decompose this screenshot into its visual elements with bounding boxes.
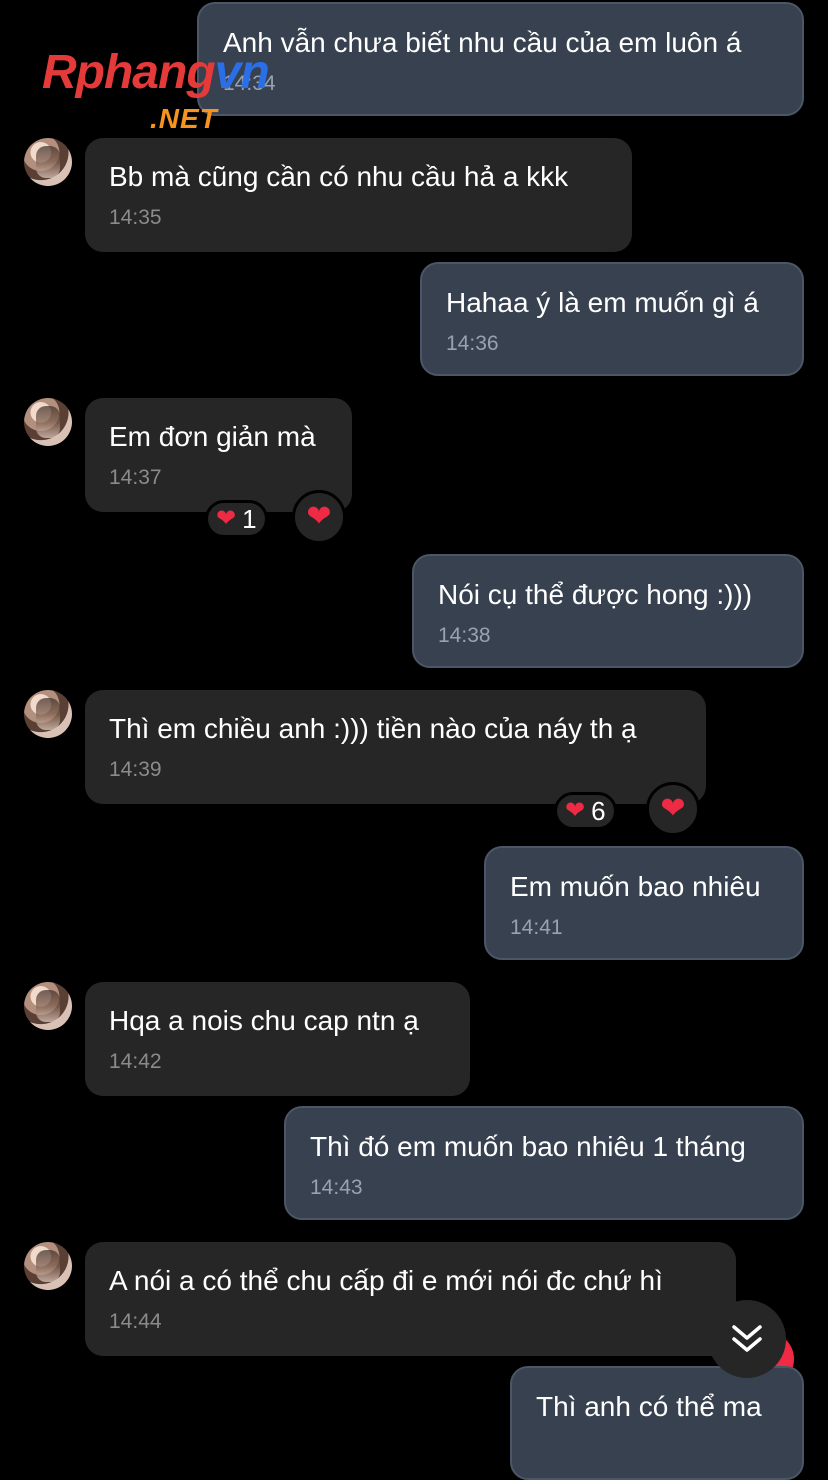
heart-icon: ❤ <box>306 500 332 533</box>
watermark-logo: Rphangvn .NET <box>42 46 270 135</box>
message-time: 14:38 <box>438 624 491 647</box>
message-text: Anh vẫn chưa biết nhu cầu của em luôn á <box>223 27 742 58</box>
message-text: Bb mà cũng cần có nhu cầu hả a kkk <box>109 161 569 192</box>
avatar[interactable] <box>24 982 72 1030</box>
message-text: Thì đó em muốn bao nhiêu 1 tháng <box>310 1131 746 1162</box>
react-button[interactable]: ❤ <box>646 782 700 836</box>
message-bubble-outgoing[interactable]: Anh vẫn chưa biết nhu cầu của em luôn á … <box>197 2 804 116</box>
react-button[interactable]: ❤ <box>292 490 346 544</box>
message-bubble-outgoing[interactable]: Thì đó em muốn bao nhiêu 1 tháng 14:43 <box>284 1106 804 1220</box>
message-text: A nói a có thể chu cấp đi e mới nói đc c… <box>109 1265 663 1296</box>
message-time: 14:41 <box>510 916 563 939</box>
message-text: Nói cụ thể được hong :))) <box>438 579 753 610</box>
reaction-summary[interactable]: ❤ 6 <box>554 792 617 830</box>
message-text: Thì anh có thể ma <box>536 1391 762 1422</box>
message-time: 14:34 <box>223 72 276 95</box>
avatar[interactable] <box>24 138 72 186</box>
avatar[interactable] <box>24 1242 72 1290</box>
scroll-to-bottom-button[interactable] <box>708 1300 786 1378</box>
message-time: 14:37 <box>109 466 162 489</box>
message-text: Hahaa ý là em muốn gì á <box>446 287 759 318</box>
message-bubble-incoming[interactable]: Hqa a nois chu cap ntn ạ 14:42 <box>85 982 470 1096</box>
message-bubble-outgoing[interactable]: Em muốn bao nhiêu 14:41 <box>484 846 804 960</box>
message-time: 14:39 <box>109 758 162 781</box>
message-time: 14:43 <box>310 1176 363 1199</box>
message-text: Thì em chiều anh :))) tiền nào của náy t… <box>109 713 637 744</box>
reaction-summary[interactable]: ❤ 1 <box>205 500 268 538</box>
message-text: Hqa a nois chu cap ntn ạ <box>109 1005 419 1036</box>
message-time: 14:42 <box>109 1050 162 1073</box>
message-bubble-outgoing[interactable]: Hahaa ý là em muốn gì á 14:36 <box>420 262 804 376</box>
heart-icon: ❤ <box>216 505 237 532</box>
reaction-count: 6 <box>591 795 606 826</box>
message-bubble-incoming[interactable]: Thì em chiều anh :))) tiền nào của náy t… <box>85 690 706 804</box>
message-time: 14:44 <box>109 1310 162 1333</box>
message-time: 14:36 <box>446 332 499 355</box>
message-bubble-outgoing[interactable]: Nói cụ thể được hong :))) 14:38 <box>412 554 804 668</box>
message-bubble-outgoing[interactable]: Thì anh có thể ma <box>510 1366 804 1480</box>
message-bubble-incoming[interactable]: A nói a có thể chu cấp đi e mới nói đc c… <box>85 1242 736 1356</box>
heart-icon: ❤ <box>660 792 686 825</box>
message-text: Em đơn giản mà <box>109 421 316 452</box>
message-text: Em muốn bao nhiêu <box>510 871 761 902</box>
message-bubble-incoming[interactable]: Bb mà cũng cần có nhu cầu hả a kkk 14:35 <box>85 138 632 252</box>
double-chevron-down-icon <box>732 1325 762 1352</box>
reaction-count: 1 <box>242 503 257 534</box>
message-time: 14:35 <box>109 206 162 229</box>
avatar[interactable] <box>24 398 72 446</box>
avatar[interactable] <box>24 690 72 738</box>
heart-icon: ❤ <box>565 797 586 824</box>
